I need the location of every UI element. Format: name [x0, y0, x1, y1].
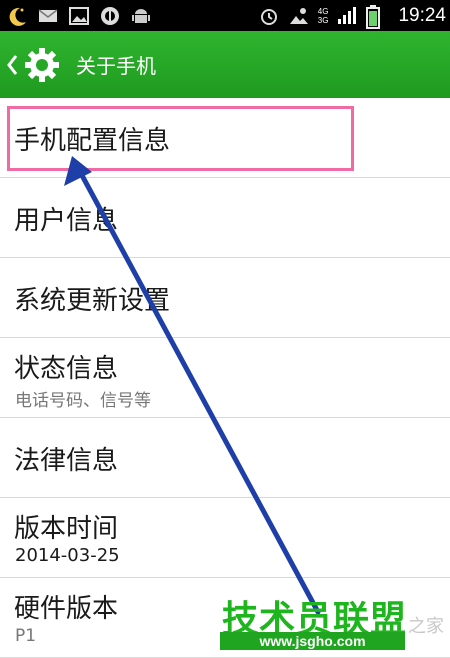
list-item-label: 系统更新设置 [14, 286, 171, 316]
status-bar-system: 4G 3G 19:24 [258, 0, 446, 31]
list-item-label: 手机配置信息 [14, 126, 171, 156]
page-title: 关于手机 [76, 54, 156, 78]
app-header: 关于手机 [0, 31, 450, 98]
mail-icon [37, 5, 59, 27]
list-item-label: 用户信息 [14, 206, 119, 236]
list-item-system-update[interactable]: 系统更新设置 [0, 258, 450, 338]
battery-icon [366, 4, 388, 29]
list-item-label: 版本时间 [14, 514, 119, 544]
clock-time: 19:24 [398, 4, 446, 26]
gear-icon[interactable] [22, 45, 62, 85]
moon-icon [6, 5, 28, 27]
status-bar: 4G 3G 19:24 [0, 0, 450, 31]
list-item-legal[interactable]: 法律信息 [0, 418, 450, 498]
list-item-user-info[interactable]: 用户信息 [0, 178, 450, 258]
list-item-label: 法律信息 [14, 446, 119, 476]
list-item-phone-config[interactable]: 手机配置信息 [0, 98, 450, 178]
list-item-status[interactable]: 状态信息 电话号码、信号等 [0, 338, 450, 418]
circle-app-icon [99, 5, 121, 27]
status-bar-notifications [6, 0, 152, 31]
settings-list: 手机配置信息 用户信息 系统更新设置 状态信息 电话号码、信号等 法律信息 版本… [0, 98, 450, 658]
list-item-subtitle: 2014-03-25 [15, 545, 120, 566]
list-item-version-time[interactable]: 版本时间 2014-03-25 [0, 498, 450, 578]
signal-icon [336, 5, 358, 27]
image-icon [68, 5, 90, 27]
list-item-subtitle: P1 [15, 626, 37, 646]
list-item-label: 硬件版本 [14, 594, 119, 624]
android-icon [130, 5, 152, 27]
list-item-label: 状态信息 [14, 354, 119, 384]
weather-icon [288, 5, 310, 27]
list-item-hardware-version[interactable]: 硬件版本 P1 [0, 578, 450, 658]
alarm-icon [258, 5, 280, 27]
list-item-subtitle: 电话号码、信号等 [15, 391, 151, 411]
back-chevron-icon[interactable] [4, 51, 20, 79]
network-type: 4G 3G [317, 6, 329, 25]
